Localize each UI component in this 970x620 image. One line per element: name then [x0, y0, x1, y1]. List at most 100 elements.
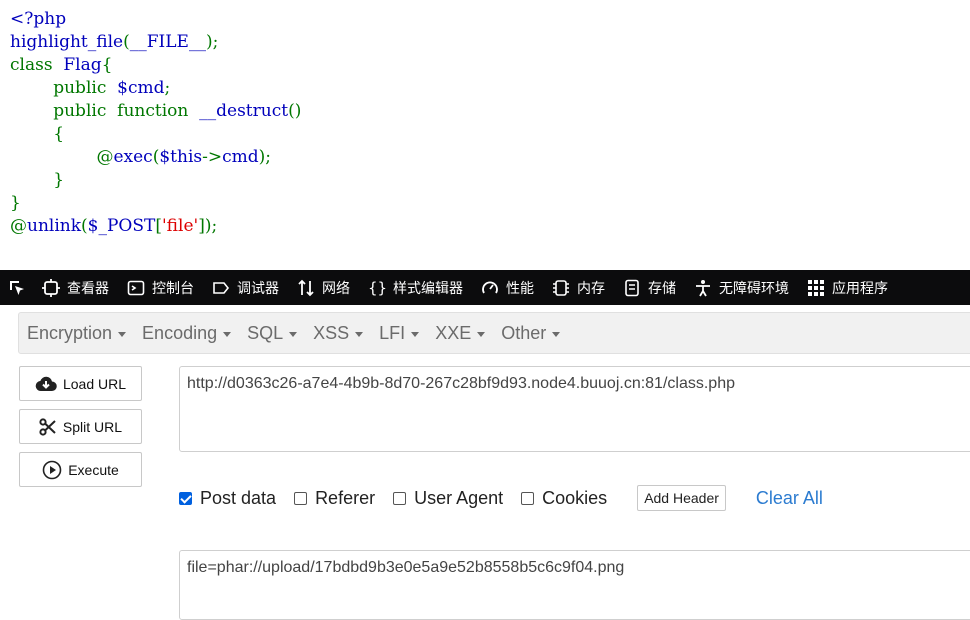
code-token: @	[10, 216, 27, 236]
scissors-icon	[39, 417, 56, 436]
code-line: <?php	[10, 8, 301, 31]
code-token: Flag	[57, 55, 102, 75]
accessibility-icon	[696, 279, 710, 296]
code-line: }	[10, 169, 301, 192]
chevron-down-icon	[289, 331, 298, 337]
code-token: ->	[202, 147, 223, 167]
chevron-down-icon	[118, 331, 127, 337]
add-header-button[interactable]: Add Header	[637, 485, 726, 511]
execute-label: Execute	[68, 461, 119, 478]
debugger-icon	[213, 281, 230, 294]
devtools-tab[interactable]: {} 样式编辑器	[360, 270, 473, 305]
menu-sql[interactable]: SQL	[239, 313, 305, 353]
code-line: @exec($this->cmd);	[10, 146, 301, 169]
load-url-button[interactable]: Load URL	[19, 366, 142, 401]
code-token: (	[81, 216, 88, 236]
devtools-tab-label: 查看器	[67, 280, 109, 297]
user-agent-checkbox[interactable]: User Agent	[393, 488, 503, 509]
menu-encoding[interactable]: Encoding	[134, 313, 239, 353]
code-line: {	[10, 123, 301, 146]
style-editor-icon: {}	[368, 279, 386, 297]
code-token: );	[205, 32, 219, 52]
referer-checkbox[interactable]: Referer	[294, 488, 375, 509]
devtools-tab[interactable]: 调试器	[204, 270, 289, 305]
devtools-tab[interactable]: 存储	[615, 270, 686, 305]
menu-other[interactable]: Other	[493, 313, 568, 353]
menu-lfi[interactable]: LFI	[371, 313, 427, 353]
chevron-down-icon	[552, 331, 561, 337]
devtools-tab-label: 性能	[506, 280, 534, 297]
devtools-tab[interactable]: 性能	[473, 270, 544, 305]
devtools-tab[interactable]: 查看器	[34, 270, 119, 305]
code-token: {	[101, 55, 113, 75]
code-token: ;	[164, 78, 171, 98]
menu-label: Other	[501, 322, 547, 343]
devtools-tab[interactable]: 应用程序	[799, 270, 898, 305]
inspector-icon	[42, 278, 60, 297]
code-token: function	[111, 101, 194, 121]
code-line: class Flag{	[10, 54, 301, 77]
devtools-tab[interactable]: 内存	[544, 270, 615, 305]
devtools-tab-label: 样式编辑器	[393, 280, 463, 297]
code-token: unlink	[27, 216, 82, 236]
php-source-code: <?php highlight_file(__FILE__); class Flag…	[10, 8, 301, 238]
network-icon	[298, 279, 314, 296]
code-token: }	[10, 193, 21, 213]
code-token: $this	[159, 147, 203, 167]
cloud-download-icon	[35, 376, 57, 391]
post-body-input[interactable]: file=phar://upload/17bdbd9b3e0e5a9e52b85…	[179, 550, 970, 620]
code-line: public $cmd;	[10, 77, 301, 100]
code-token: );	[258, 147, 272, 167]
code-token: ]);	[198, 216, 218, 236]
code-token: public	[10, 101, 112, 121]
svg-text:{}: {}	[368, 279, 386, 297]
request-options: Post data Referer User Agent Cookies Add…	[179, 483, 823, 513]
post-data-label: Post data	[200, 487, 277, 508]
url-input[interactable]: http://d0363c26-a7e4-4b9b-8d70-267c28bf9…	[179, 366, 970, 452]
clear-all-link[interactable]: Clear All	[756, 488, 823, 509]
post-data-checkbox-box[interactable]	[179, 491, 192, 505]
menu-label: XXE	[435, 322, 472, 343]
split-url-button[interactable]: Split URL	[19, 409, 142, 444]
chevron-down-icon	[223, 331, 232, 337]
chevron-down-icon	[477, 331, 486, 337]
cookies-checkbox-box[interactable]	[521, 491, 535, 505]
code-token: {	[10, 124, 65, 144]
devtools-tab-label: 控制台	[152, 280, 194, 297]
devtools-tab-label: 存储	[648, 280, 676, 297]
menu-label: Encryption	[27, 322, 113, 343]
menu-label: XSS	[313, 322, 350, 343]
code-token: class	[10, 55, 58, 75]
code-token: <?php	[10, 9, 67, 29]
code-token: (	[123, 32, 130, 52]
menu-xxe[interactable]: XXE	[427, 313, 493, 353]
code-token: __destruct	[193, 101, 289, 121]
code-token: $_POST	[87, 216, 156, 236]
user-agent-checkbox-box[interactable]	[393, 491, 407, 505]
menu-encryption[interactable]: Encryption	[19, 313, 134, 353]
code-token: @	[10, 147, 114, 167]
performance-icon	[482, 281, 498, 293]
code-token: exec	[113, 147, 153, 167]
element-picker-button[interactable]	[0, 270, 34, 305]
code-token: }	[10, 170, 65, 190]
referer-checkbox-box[interactable]	[294, 491, 308, 505]
execute-button[interactable]: Execute	[19, 452, 142, 487]
devtools-tab[interactable]: 网络	[289, 270, 360, 305]
cookies-checkbox[interactable]: Cookies	[521, 488, 607, 509]
post-data-checkbox[interactable]: Post data	[179, 488, 276, 509]
code-token: $cmd	[111, 78, 165, 98]
devtools-tab-label: 应用程序	[832, 280, 888, 297]
menu-xss[interactable]: XSS	[305, 313, 371, 353]
code-token: [	[155, 216, 162, 236]
menu-label: Encoding	[142, 322, 218, 343]
menu-label: LFI	[379, 322, 406, 343]
play-circle-icon	[42, 460, 62, 479]
devtools-tab-label: 调试器	[237, 280, 279, 297]
referer-label: Referer	[315, 487, 376, 508]
devtools-tab[interactable]: 控制台	[119, 270, 204, 305]
devtools-toolbar: 查看器 控制台 调试器 网络 {} 样式编辑器 性能 内存 存储 无障碍环境 应用程序	[0, 270, 970, 305]
devtools-tab[interactable]: 无障碍环境	[686, 270, 799, 305]
load-url-label: Load URL	[62, 375, 127, 392]
element-picker-icon	[10, 280, 24, 295]
